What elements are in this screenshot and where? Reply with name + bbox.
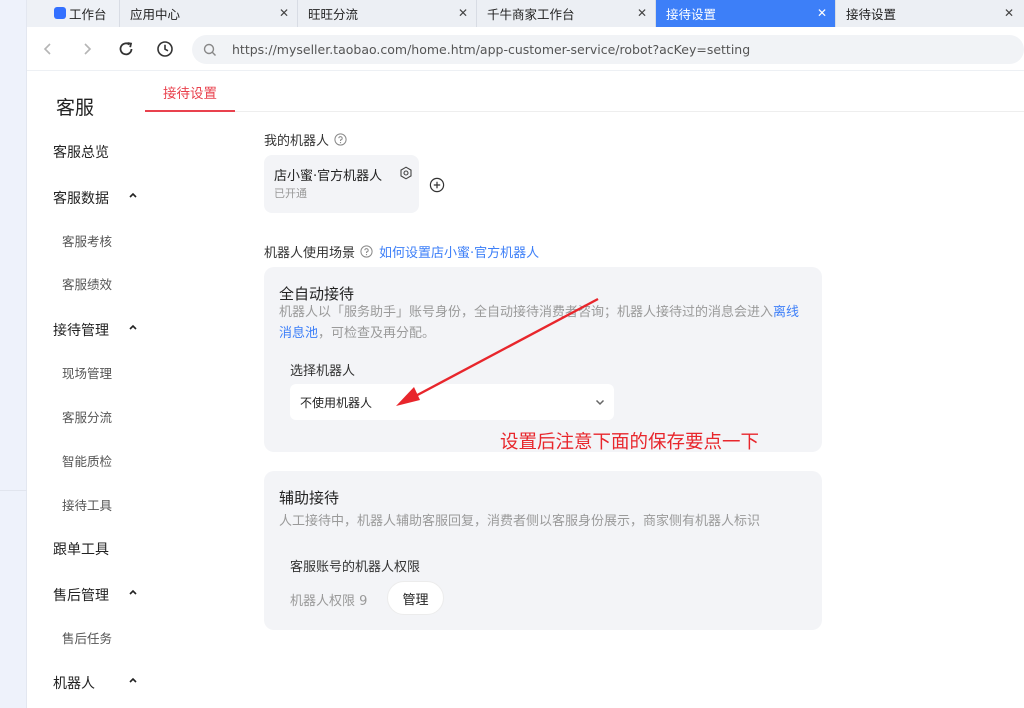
robot-permission-count: 机器人权限 9: [290, 594, 368, 609]
chevron-up-icon[interactable]: [128, 322, 138, 332]
sidebar-title: 客服: [56, 97, 95, 119]
chevron-up-icon[interactable]: [128, 675, 138, 685]
search-icon: [203, 43, 216, 56]
assist-reception-panel: 辅助接待 人工接待中，机器人辅助客服回复，消费者侧以客服身份展示，商家侧有机器人…: [264, 471, 822, 630]
tab-reception-settings[interactable]: 接待设置 ✕: [836, 0, 1024, 27]
chevron-up-icon[interactable]: [128, 190, 138, 200]
sidebar-item-onsite-mgmt[interactable]: 现场管理: [62, 363, 112, 382]
sidebar-item-reception-mgmt[interactable]: 接待管理: [53, 320, 109, 340]
url-text: https://myseller.taobao.com/home.htm/app…: [232, 42, 751, 57]
sidebar-item-smart-qc[interactable]: 智能质检: [62, 451, 112, 470]
workbench-icon: [54, 7, 66, 19]
my-robot-label: 我的机器人: [264, 134, 330, 149]
scenario-label: 机器人使用场景: [264, 246, 356, 261]
close-icon[interactable]: ✕: [279, 6, 289, 20]
auto-reception-desc: 机器人以「服务助手」账号身份，全自动接待消费者咨询；机器人接待过的消息会进入离线…: [279, 302, 809, 344]
annotation-text: 设置后注意下面的保存要点一下: [500, 432, 760, 453]
tab-label: 应用中心: [130, 7, 181, 22]
robot-select-value: 不使用机器人: [300, 396, 373, 410]
sidebar-item-cs-performance[interactable]: 客服绩效: [62, 274, 112, 293]
sidebar-item-reception-tools[interactable]: 接待工具: [62, 495, 112, 514]
sidebar-item-aftersales-tasks[interactable]: 售后任务: [62, 628, 112, 647]
add-robot-button[interactable]: [429, 177, 445, 193]
close-icon[interactable]: ✕: [817, 6, 827, 20]
tab-reception-settings[interactable]: 接待设置: [145, 71, 235, 112]
desc-text: 机器人以「服务助手」账号身份，全自动接待消费者咨询；机器人接待过的消息会进入: [279, 305, 774, 320]
sidebar-item-robot[interactable]: 机器人: [53, 673, 95, 693]
active-tab-indicator: [145, 110, 235, 112]
tab-label: 接待设置: [666, 7, 717, 22]
rail-divider: [0, 490, 27, 491]
sidebar-item-overview[interactable]: 客服总览: [53, 142, 109, 162]
my-robot-section: 我的机器人: [264, 130, 347, 149]
chevron-left-icon: [43, 43, 51, 55]
robot-permission-title: 客服账号的机器人权限: [290, 560, 421, 575]
select-robot-label: 选择机器人: [290, 364, 356, 379]
help-icon[interactable]: [334, 133, 347, 146]
auto-reception-title: 全自动接待: [279, 285, 355, 303]
robot-card[interactable]: 店小蜜·官方机器人 已开通: [264, 155, 419, 213]
app-rail: [0, 0, 27, 708]
tab-wangwang-routing[interactable]: 旺旺分流 ✕: [298, 0, 477, 27]
close-icon[interactable]: ✕: [458, 6, 468, 20]
robot-select[interactable]: 不使用机器人: [290, 384, 614, 420]
sidebar: 客服 客服总览 客服数据 客服考核 客服绩效 接待管理 现场管理 客服分流 智能…: [27, 71, 207, 708]
settings-icon[interactable]: [399, 166, 413, 180]
chevron-right-icon: [84, 43, 92, 55]
forward-button[interactable]: [77, 39, 97, 59]
clock-icon: [157, 41, 173, 57]
sidebar-item-cs-data[interactable]: 客服数据: [53, 188, 109, 208]
robot-name: 店小蜜·官方机器人: [274, 169, 383, 184]
robot-status: 已开通: [274, 187, 307, 200]
chevron-up-icon[interactable]: [128, 587, 138, 597]
manage-button[interactable]: 管理: [387, 581, 444, 615]
chevron-down-icon: [595, 399, 605, 406]
tab-label: 千牛商家工作台: [487, 7, 575, 22]
history-button[interactable]: [155, 39, 175, 59]
assist-reception-desc: 人工接待中，机器人辅助客服回复，消费者侧以客服身份展示，商家侧有机器人标识: [279, 514, 761, 529]
close-icon[interactable]: ✕: [637, 6, 647, 20]
sidebar-item-cs-assessment[interactable]: 客服考核: [62, 231, 112, 250]
tab-label: 接待设置: [846, 7, 897, 22]
close-icon[interactable]: ✕: [1004, 6, 1014, 20]
sidebar-item-aftersales[interactable]: 售后管理: [53, 585, 109, 605]
page-tabs: 接待设置: [145, 71, 1024, 112]
auto-reception-panel: 全自动接待 机器人以「服务助手」账号身份，全自动接待消费者咨询；机器人接待过的消…: [264, 267, 822, 452]
scenario-section: 机器人使用场景 如何设置店小蜜·官方机器人: [264, 242, 539, 261]
browser-nav-bar: https://myseller.taobao.com/home.htm/app…: [27, 27, 1024, 71]
tab-app-center[interactable]: 应用中心 ✕: [120, 0, 298, 27]
address-bar[interactable]: https://myseller.taobao.com/home.htm/app…: [192, 35, 1024, 64]
help-link[interactable]: 如何设置店小蜜·官方机器人: [379, 242, 539, 261]
back-button[interactable]: [38, 39, 58, 59]
tab-label: 旺旺分流: [308, 7, 359, 22]
reload-button[interactable]: [116, 39, 136, 59]
assist-reception-title: 辅助接待: [279, 489, 340, 507]
help-icon[interactable]: [360, 245, 373, 258]
sidebar-item-cs-routing[interactable]: 客服分流: [62, 407, 112, 426]
sidebar-item-order-tracking[interactable]: 跟单工具: [53, 539, 109, 559]
tab-qianniu-workbench[interactable]: 千牛商家工作台 ✕: [477, 0, 656, 27]
tab-workbench[interactable]: 工作台: [27, 0, 120, 27]
reload-icon: [119, 42, 133, 56]
tab-reception-settings-active[interactable]: 接待设置 ✕: [656, 0, 836, 27]
desc-text: ，可检查及再分配。: [318, 326, 436, 341]
browser-tab-bar: 工作台 应用中心 ✕ 旺旺分流 ✕ 千牛商家工作台 ✕ 接待设置 ✕ 接待设置 …: [27, 0, 1024, 27]
